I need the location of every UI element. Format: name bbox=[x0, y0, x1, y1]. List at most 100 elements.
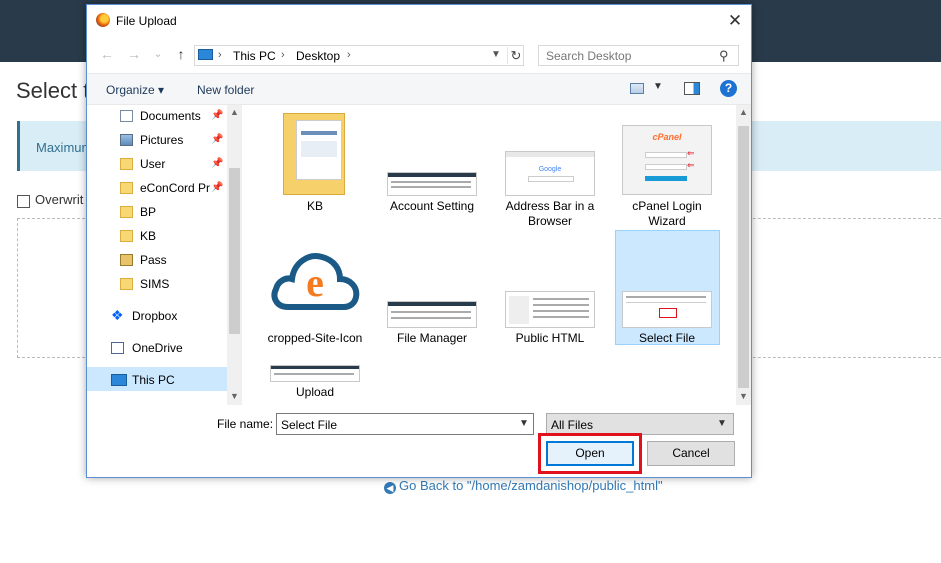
file-item-label: Select File bbox=[638, 331, 696, 345]
pin-icon: 📌 bbox=[211, 110, 224, 121]
pin-icon: 📌 bbox=[211, 182, 224, 193]
file-manager-thumbnail bbox=[387, 301, 477, 328]
nav-item-dropbox[interactable]: ❖ Dropbox bbox=[87, 305, 227, 329]
scroll-down-arrow-icon[interactable]: ▼ bbox=[227, 391, 242, 401]
nav-item-label: Pass bbox=[140, 253, 167, 267]
close-button[interactable]: ✕ bbox=[721, 9, 749, 33]
up-button[interactable]: ↑ bbox=[172, 45, 190, 63]
folder-icon bbox=[120, 182, 133, 194]
nav-item-bp[interactable]: BP bbox=[87, 201, 227, 225]
file-item-file-manager[interactable]: File Manager bbox=[382, 233, 482, 361]
nav-item-label: Documents bbox=[140, 109, 201, 123]
google-logo: Google bbox=[538, 166, 562, 173]
nav-item-documents[interactable]: Documents 📌 bbox=[87, 105, 227, 129]
new-folder-button[interactable]: New folder bbox=[197, 83, 254, 97]
folder-icon bbox=[120, 206, 133, 218]
scroll-up-arrow-icon[interactable]: ▲ bbox=[736, 107, 751, 117]
breadcrumb-desktop[interactable]: Desktop bbox=[296, 49, 340, 63]
chevron-down-icon[interactable]: ▼ bbox=[519, 418, 529, 429]
account-setting-thumbnail bbox=[387, 172, 477, 196]
file-item-label: Account Setting bbox=[389, 199, 475, 213]
chevron-down-icon[interactable]: ▼ bbox=[653, 81, 663, 92]
file-type-select[interactable]: All Files ▼ bbox=[546, 413, 734, 435]
onedrive-icon bbox=[111, 342, 124, 354]
file-item-cropped-site-icon[interactable]: e cropped-Site-Icon bbox=[265, 233, 365, 361]
breadcrumb-separator: › bbox=[347, 49, 351, 61]
nav-scrollbar-thumb[interactable] bbox=[229, 168, 240, 334]
file-item-address-bar[interactable]: Google Address Bar in a Browser bbox=[500, 109, 600, 228]
nav-item-label: SIMS bbox=[140, 277, 170, 291]
breadcrumb-this-pc[interactable]: This PC bbox=[233, 49, 276, 63]
file-type-value: All Files bbox=[551, 418, 594, 432]
scroll-down-arrow-icon[interactable]: ▼ bbox=[736, 391, 751, 401]
address-bar[interactable]: › This PC › Desktop › ▼ ↻ bbox=[194, 45, 524, 66]
file-item-label: Address Bar in a Browser bbox=[505, 199, 595, 228]
pin-icon: 📌 bbox=[211, 134, 224, 145]
file-item-select-file[interactable]: Select File bbox=[617, 233, 717, 361]
forward-button[interactable]: → bbox=[125, 45, 143, 63]
overwrite-checkbox[interactable] bbox=[17, 195, 30, 208]
file-item-cpanel-login[interactable]: cPanel ⇐ ⇐ cPanel Login Wizard bbox=[617, 109, 717, 228]
cancel-button[interactable]: Cancel bbox=[647, 441, 735, 466]
select-file-thumbnail bbox=[622, 291, 712, 328]
file-upload-dialog: File Upload ✕ ← → ⌄ ↑ › This PC › Deskto… bbox=[86, 4, 752, 478]
navigation-bar: ← → ⌄ ↑ › This PC › Desktop › ▼ ↻ Search… bbox=[87, 38, 751, 72]
refresh-icon[interactable]: ↻ bbox=[507, 47, 524, 64]
go-back-link[interactable]: ◀ Go Back to "/home/zamdanishop/public_ht… bbox=[384, 478, 663, 494]
preview-pane-icon[interactable] bbox=[684, 82, 700, 95]
cpanel-logo: cPanel bbox=[652, 132, 682, 142]
nav-item-this-pc[interactable]: This PC bbox=[87, 369, 227, 393]
folder-icon bbox=[120, 278, 133, 290]
nav-item-label: OneDrive bbox=[132, 341, 183, 355]
nav-item-user[interactable]: User 📌 bbox=[87, 153, 227, 177]
nav-item-label: KB bbox=[140, 229, 157, 243]
this-pc-icon bbox=[111, 374, 127, 386]
search-placeholder: Search Desktop bbox=[546, 49, 632, 63]
organize-button[interactable]: Organize ▾ bbox=[106, 83, 164, 97]
nav-item-pictures[interactable]: Pictures 📌 bbox=[87, 129, 227, 153]
site-icon-letter: e bbox=[306, 260, 324, 305]
info-alert-text: Maximum bbox=[36, 140, 93, 155]
chevron-down-icon: ▼ bbox=[717, 418, 727, 429]
nav-item-label: This PC bbox=[132, 373, 175, 387]
nav-item-kb[interactable]: KB bbox=[87, 225, 227, 249]
file-item-kb[interactable]: KB bbox=[265, 109, 365, 219]
breadcrumb-separator: › bbox=[218, 49, 222, 61]
pass-icon bbox=[120, 254, 133, 266]
dialog-titlebar: File Upload ✕ bbox=[87, 5, 751, 37]
arrow-left-circle-icon: ◀ bbox=[384, 482, 396, 494]
file-item-upload[interactable]: Upload bbox=[265, 361, 365, 405]
folder-icon bbox=[283, 113, 345, 195]
file-item-public-html[interactable]: Public HTML bbox=[500, 233, 600, 361]
pin-icon: 📌 bbox=[211, 158, 224, 169]
back-button[interactable]: ← bbox=[98, 45, 116, 63]
overwrite-label: Overwrit bbox=[35, 192, 84, 207]
cpanel-thumbnail: cPanel ⇐ ⇐ bbox=[622, 125, 712, 195]
nav-item-econcord[interactable]: eConCord Pr 📌 bbox=[87, 177, 227, 201]
arrow-left-icon: ⇐ bbox=[687, 160, 695, 170]
nav-item-label: Pictures bbox=[140, 133, 184, 147]
public-html-thumbnail bbox=[505, 291, 595, 328]
file-item-label: cropped-Site-Icon bbox=[267, 331, 363, 345]
scroll-up-arrow-icon[interactable]: ▲ bbox=[227, 107, 242, 117]
firefox-icon bbox=[96, 13, 110, 27]
go-back-text: Go Back to "/home/zamdanishop/public_htm… bbox=[399, 478, 663, 493]
file-item-account-setting[interactable]: Account Setting bbox=[382, 109, 482, 219]
file-name-input[interactable]: Select File ▼ bbox=[276, 413, 534, 435]
pictures-icon bbox=[120, 134, 133, 146]
change-view-icon[interactable] bbox=[630, 83, 644, 94]
nav-item-sims[interactable]: SIMS bbox=[87, 273, 227, 297]
site-icon-thumbnail: e bbox=[270, 235, 360, 325]
files-scrollbar-thumb[interactable] bbox=[738, 126, 749, 388]
recent-locations-button[interactable]: ⌄ bbox=[149, 45, 167, 63]
search-input[interactable]: Search Desktop ⚲ bbox=[538, 45, 739, 66]
documents-icon bbox=[120, 110, 133, 122]
open-button[interactable]: Open bbox=[546, 441, 634, 466]
nav-item-pass[interactable]: Pass bbox=[87, 249, 227, 273]
help-icon[interactable]: ? bbox=[720, 80, 737, 97]
page-heading: Select t bbox=[16, 78, 90, 103]
chevron-down-icon[interactable]: ▼ bbox=[491, 49, 501, 60]
nav-item-onedrive[interactable]: OneDrive bbox=[87, 337, 227, 361]
nav-item-label: BP bbox=[140, 205, 157, 219]
breadcrumb-separator: › bbox=[281, 49, 285, 61]
